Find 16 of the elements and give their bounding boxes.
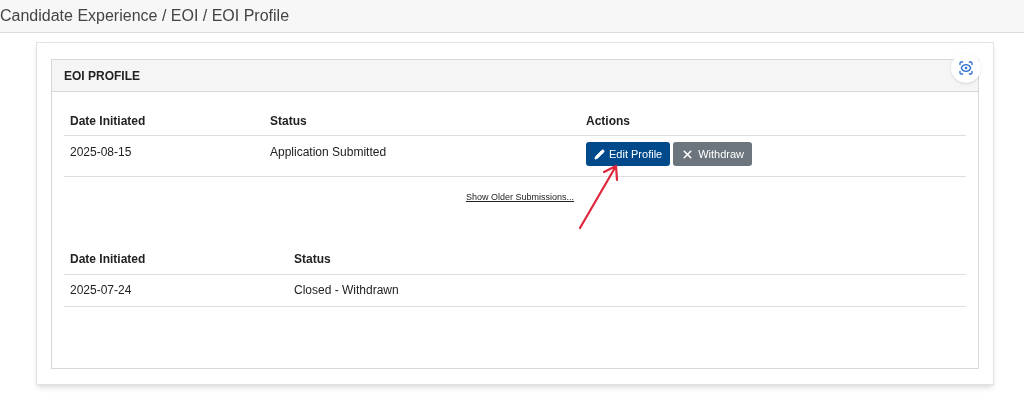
show-older-link[interactable]: Show Older Submissions... (465, 191, 574, 205)
column-header: Status (270, 112, 308, 130)
column-header: Date Initiated (70, 251, 147, 268)
table-cell-text: 2025-08-15 (70, 144, 133, 161)
panel-title: EOI PROFILE (64, 67, 140, 85)
table-cell-text: Application Submitted (270, 144, 388, 161)
breadcrumb: Candidate Experience / EOI / EOI Profile (0, 6, 290, 26)
column-header: Date Initiated (70, 112, 147, 130)
table-cell-text: 2025-07-24 (70, 282, 133, 299)
edit-profile-button[interactable]: Edit Profile (586, 142, 671, 166)
table-cell-text: Closed - Withdrawn (294, 282, 400, 299)
pencil-icon (594, 148, 605, 160)
withdraw-button[interactable]: Withdraw (673, 142, 753, 166)
column-header: Actions (586, 112, 631, 130)
column-header: Status (294, 251, 332, 268)
scan-icon (958, 60, 974, 76)
